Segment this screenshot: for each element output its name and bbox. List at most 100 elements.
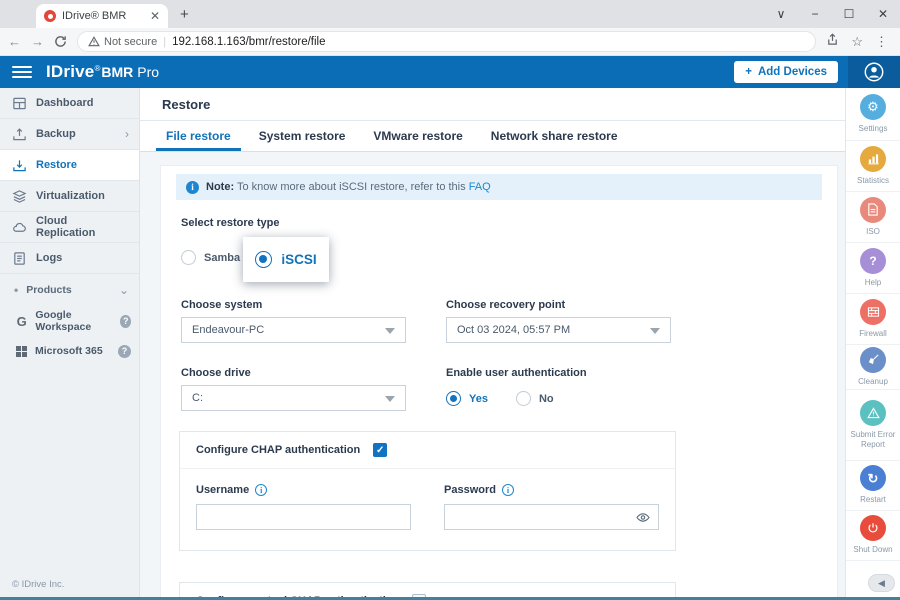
restart-button[interactable]: ↻ Restart: [846, 461, 900, 511]
samba-radio-option[interactable]: Samba: [181, 250, 240, 265]
tab-vmware-restore[interactable]: VMware restore: [359, 121, 476, 151]
cloud-icon: [12, 220, 27, 235]
warning-icon: [867, 407, 880, 419]
maximize-button[interactable]: ☐: [832, 7, 866, 21]
gear-icon: ⚙: [867, 100, 879, 113]
submit-error-report-button[interactable]: Submit Error Report: [846, 390, 900, 461]
restore-type-options: Samba iSCSI: [181, 237, 837, 289]
dropdown-caret-icon: [650, 328, 660, 334]
menu-icon[interactable]: [12, 66, 32, 79]
choose-recovery-point-dropdown[interactable]: Oct 03 2024, 05:57 PM: [446, 317, 671, 343]
firewall-button[interactable]: Firewall: [846, 294, 900, 345]
choose-drive-dropdown[interactable]: C:: [181, 385, 406, 411]
avatar-icon: [863, 61, 885, 83]
info-icon[interactable]: i: [502, 484, 514, 496]
forward-icon[interactable]: →: [31, 34, 44, 49]
chevron-down-icon: ⌄: [119, 283, 129, 297]
settings-button[interactable]: ⚙ Settings: [846, 88, 900, 141]
url-text: 192.168.1.163/bmr/restore/file: [172, 36, 325, 48]
iso-button[interactable]: ISO: [846, 192, 900, 243]
bullet-icon: •: [14, 283, 18, 297]
iso-file-icon: [867, 203, 879, 216]
tab-close-icon[interactable]: ✕: [150, 9, 160, 23]
page-title: Restore: [140, 88, 845, 121]
brand-logo: IDrive®BMRPro: [46, 62, 159, 82]
help-button[interactable]: ? Help: [846, 243, 900, 294]
reload-icon[interactable]: [54, 35, 67, 48]
separator: |: [163, 36, 166, 48]
chevron-right-icon: ›: [125, 127, 129, 141]
choose-drive-label: Choose drive: [181, 367, 446, 379]
collapse-sidebar-button[interactable]: ◀: [868, 574, 895, 592]
sidebar-item-dashboard[interactable]: Dashboard: [0, 88, 139, 119]
radio-unselected-icon[interactable]: [181, 250, 196, 265]
new-tab-button[interactable]: +: [180, 6, 189, 23]
restore-tabs: File restore System restore VMware resto…: [140, 121, 845, 152]
close-button[interactable]: ✕: [866, 7, 900, 21]
sidebar-item-cloud-replication[interactable]: Cloud Replication: [0, 212, 139, 243]
not-secure-warning[interactable]: Not secure: [88, 36, 157, 48]
left-sidebar: Dashboard Backup › Restore Virtualizatio…: [0, 88, 140, 600]
auth-yes-radio[interactable]: Yes: [446, 391, 488, 406]
iscsi-radio-option-highlighted[interactable]: iSCSI: [243, 237, 329, 282]
browser-tab[interactable]: IDrive® BMR ✕: [36, 4, 168, 28]
help-badge-icon[interactable]: ?: [118, 345, 131, 358]
shut-down-button[interactable]: Shut Down: [846, 511, 900, 561]
enable-user-auth-label: Enable user authentication: [446, 367, 746, 379]
eye-icon[interactable]: [636, 512, 650, 523]
info-icon: i: [186, 181, 199, 194]
restart-icon: ↻: [868, 472, 879, 485]
dropdown-caret-icon: [385, 396, 395, 402]
sidebar-item-restore[interactable]: Restore: [0, 150, 139, 181]
browser-menu-icon[interactable]: ⋮: [875, 34, 888, 50]
sidebar-item-microsoft-365[interactable]: Microsoft 365 ?: [0, 336, 139, 366]
sidebar-item-virtualization[interactable]: Virtualization: [0, 181, 139, 212]
username-input[interactable]: [196, 504, 411, 530]
help-badge-icon[interactable]: ?: [120, 315, 131, 328]
tab-file-restore[interactable]: File restore: [152, 121, 245, 151]
choose-system-dropdown[interactable]: Endeavour-PC: [181, 317, 406, 343]
tab-system-restore[interactable]: System restore: [245, 121, 360, 151]
browser-tab-strip: IDrive® BMR ✕ + ∨ − ☐ ✕: [0, 0, 900, 28]
back-icon[interactable]: ←: [8, 34, 21, 49]
add-devices-button[interactable]: + Add Devices: [734, 61, 838, 83]
file-restore-panel: i Note: To know more about iSCSI restore…: [160, 165, 838, 600]
choose-system-label: Choose system: [181, 299, 446, 311]
browser-window: IDrive® BMR ✕ + ∨ − ☐ ✕ ← → Not secure |…: [0, 0, 900, 600]
radio-unselected-icon[interactable]: [516, 391, 531, 406]
window-controls: ∨ − ☐ ✕: [764, 0, 900, 28]
tab-search-icon[interactable]: ∨: [764, 7, 798, 21]
sidebar-item-logs[interactable]: Logs: [0, 243, 139, 274]
radio-selected-icon[interactable]: [255, 251, 272, 268]
info-icon[interactable]: i: [255, 484, 267, 496]
chap-auth-checkbox-checked[interactable]: ✓: [373, 443, 387, 457]
radio-selected-icon[interactable]: [446, 391, 461, 406]
bookmark-star-icon[interactable]: ☆: [851, 34, 863, 50]
idrive-favicon-icon: [44, 10, 56, 22]
minimize-button[interactable]: −: [798, 7, 832, 21]
layers-icon: [12, 189, 27, 204]
statistics-button[interactable]: Statistics: [846, 141, 900, 192]
address-bar[interactable]: Not secure | 192.168.1.163/bmr/restore/f…: [77, 31, 816, 52]
app-header: IDrive®BMRPro + Add Devices: [0, 56, 900, 88]
chap-auth-title: Configure CHAP authentication: [196, 444, 360, 456]
broom-icon: [867, 353, 880, 366]
tab-network-share-restore[interactable]: Network share restore: [477, 121, 632, 151]
browser-url-bar: ← → Not secure | 192.168.1.163/bmr/resto…: [0, 28, 900, 56]
auth-no-radio[interactable]: No: [516, 391, 554, 406]
sidebar-item-google-workspace[interactable]: G Google Workspace ?: [0, 306, 139, 336]
restore-icon: [12, 158, 27, 173]
sidebar-products-group[interactable]: • Products ⌄: [0, 274, 139, 306]
sidebar-item-backup[interactable]: Backup ›: [0, 119, 139, 150]
password-input[interactable]: [444, 504, 659, 530]
copyright-text: © IDrive Inc.: [12, 579, 64, 590]
faq-link[interactable]: FAQ: [469, 181, 491, 193]
warning-triangle-icon: [88, 36, 100, 47]
bar-chart-icon: [867, 152, 880, 165]
browser-tab-title: IDrive® BMR: [62, 10, 144, 22]
password-label: Password: [444, 484, 496, 496]
main-content: Restore File restore System restore VMwa…: [140, 88, 845, 600]
user-avatar-zone[interactable]: [848, 56, 900, 88]
cleanup-button[interactable]: Cleanup: [846, 345, 900, 390]
share-icon[interactable]: [826, 33, 839, 51]
